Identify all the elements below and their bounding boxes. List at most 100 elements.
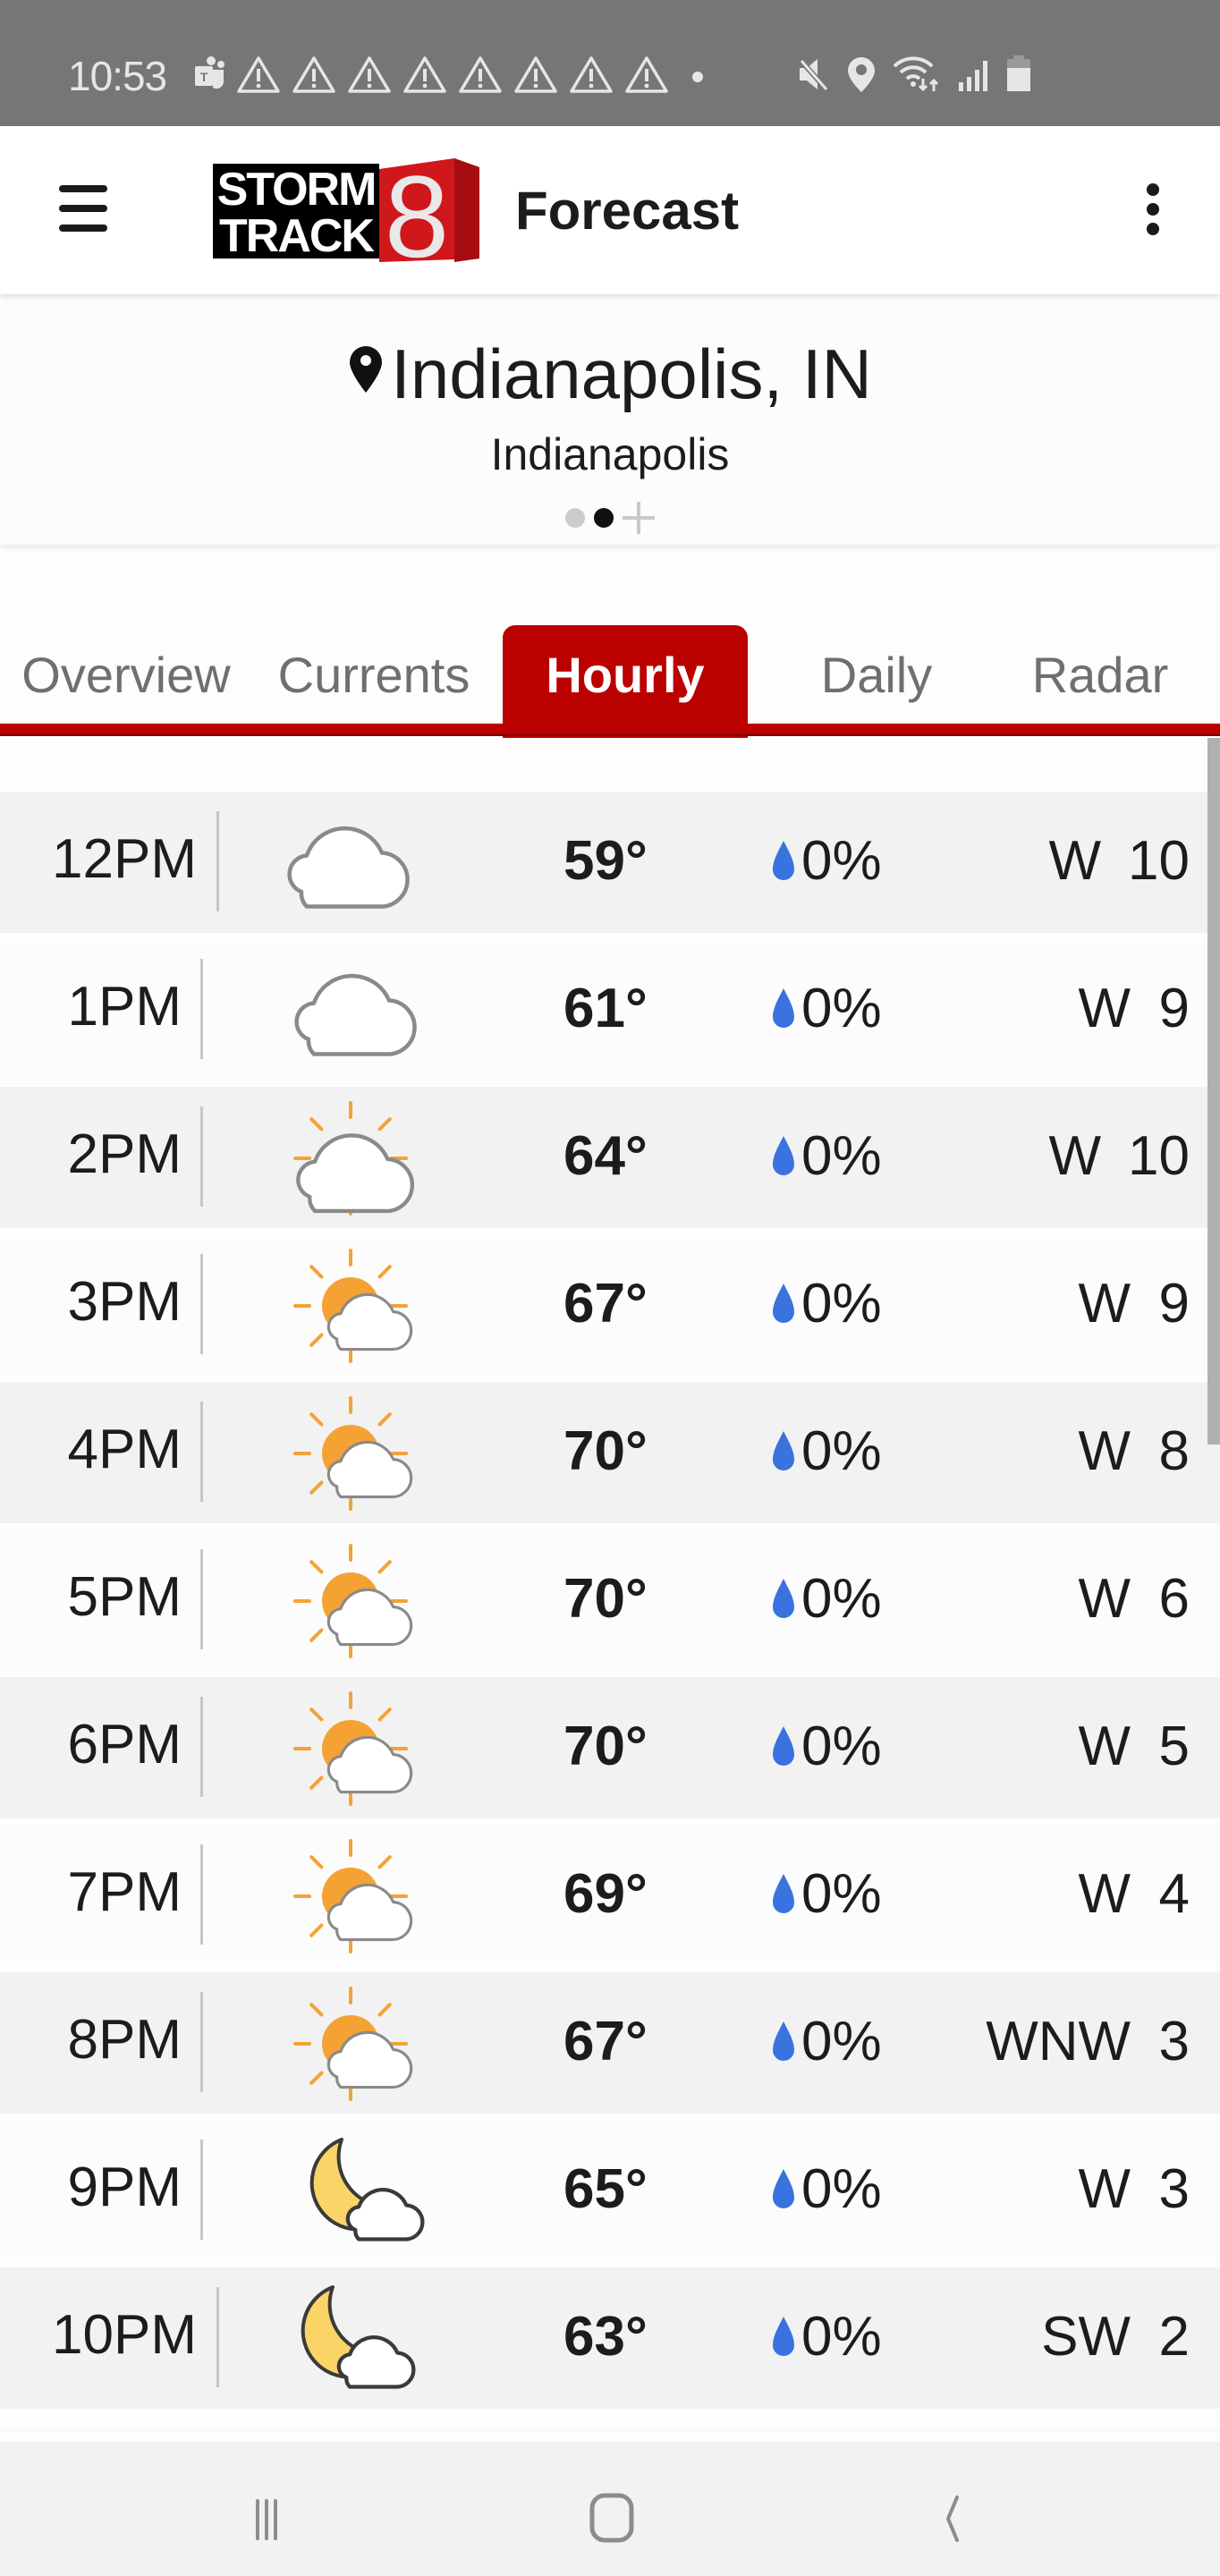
wind-direction: W: [1078, 2158, 1131, 2220]
wind-direction: W: [1078, 1716, 1131, 1777]
hour-label: 1PM: [67, 976, 182, 1038]
wind-direction: W: [1078, 1863, 1131, 1925]
condition-icon: [277, 801, 420, 926]
tab-currents[interactable]: Currents: [259, 625, 488, 724]
precip-value: 0%: [801, 1125, 882, 1187]
partly-cloudy-day-icon: [293, 1249, 413, 1363]
scrollbar[interactable]: [1207, 738, 1220, 1445]
hourly-row[interactable]: 2PM 64° 0% W 10: [0, 1087, 1220, 1228]
condition-icon: [277, 2276, 420, 2402]
hourly-row[interactable]: 9PM 65° 0% W 3: [0, 2120, 1220, 2261]
partly-cloudy-day-icon: [293, 1396, 413, 1511]
hour-label: 3PM: [67, 1271, 182, 1333]
wind-speed: 8: [1158, 1420, 1190, 1482]
hourly-row[interactable]: 5PM 70° 0% W 6: [0, 1530, 1220, 1671]
temperature: 59°: [563, 830, 648, 892]
tab-radar[interactable]: Radar: [1002, 625, 1199, 724]
add-location-icon[interactable]: [623, 502, 655, 534]
partly-cloudy-night-icon: [301, 2285, 416, 2389]
precip-drop-icon: [773, 1430, 794, 1470]
hourly-row[interactable]: 8PM 67° 0% WNW 3: [0, 1972, 1220, 2114]
warning-icon: [625, 56, 668, 93]
row-divider: [200, 1697, 203, 1797]
precip-drop-icon: [773, 1873, 794, 1913]
status-time: 10:53: [68, 53, 167, 99]
warning-icon: [403, 56, 446, 93]
pager-dot-1[interactable]: [565, 508, 585, 528]
precip-chance: 0%: [769, 1419, 882, 1483]
cloudy-icon: [294, 973, 417, 1056]
logo-line1: STORM: [217, 164, 376, 216]
tab-underline: [0, 724, 1220, 736]
hourly-row[interactable]: 3PM 67° 0% W 9: [0, 1234, 1220, 1376]
home-icon[interactable]: [578, 2492, 649, 2546]
row-divider: [200, 1992, 203, 2092]
row-divider: [200, 959, 203, 1059]
row-divider: [216, 2287, 219, 2387]
wind: SW 2: [1041, 2305, 1190, 2368]
wind-speed: 10: [1128, 830, 1190, 892]
condition-icon: [277, 1981, 420, 2106]
hourly-row[interactable]: 4PM 70° 0% W 8: [0, 1382, 1220, 1523]
tab-overview[interactable]: Overview: [0, 625, 252, 724]
temperature: 70°: [563, 1568, 648, 1630]
precip-drop-icon: [773, 2021, 794, 2061]
battery-icon: [1007, 55, 1030, 91]
precip-chance: 0%: [769, 1272, 882, 1335]
wind: W9: [1078, 977, 1190, 1040]
temperature: 61°: [563, 978, 648, 1039]
pager-dot-2[interactable]: [594, 508, 614, 528]
temperature: 70°: [563, 1716, 648, 1777]
hour-label: 5PM: [67, 1566, 182, 1628]
hour-label: 8PM: [67, 2009, 182, 2071]
condition-icon: [277, 1538, 420, 1664]
tab-daily[interactable]: Daily: [787, 625, 966, 724]
hour-label: 2PM: [67, 1123, 182, 1185]
precip-value: 0%: [801, 1863, 882, 1925]
more-vert-icon[interactable]: [1141, 180, 1168, 239]
warning-icon: [348, 56, 391, 93]
wind-speed: 3: [1158, 2011, 1190, 2072]
partly-cloudy-day-icon: [293, 1691, 413, 1806]
condition-icon: [277, 1391, 420, 1516]
row-divider: [200, 1549, 203, 1649]
hour-label: 7PM: [67, 1861, 182, 1923]
wind-direction: W: [1078, 978, 1131, 1039]
hourly-list[interactable]: 12PM 59° 0% W 10 1PM 61° 0% W 9 2PM 64° 0% W 10 3PM 67° 0…: [0, 738, 1220, 2428]
hamburger-menu-icon[interactable]: [55, 180, 111, 237]
row-divider: [200, 1106, 203, 1207]
precip-value: 0%: [801, 1273, 882, 1335]
wind: WNW 3: [986, 2010, 1190, 2073]
precip-chance: 0%: [769, 829, 882, 893]
wind-direction: W: [1078, 1568, 1131, 1630]
precip-drop-icon: [773, 1578, 794, 1618]
location-card[interactable]: Indianapolis, IN Indianapolis: [0, 294, 1220, 545]
system-icons: [796, 55, 1032, 93]
hour-label: 12PM: [52, 828, 197, 890]
location-pager: [0, 502, 1220, 534]
hourly-row[interactable]: 12PM 59° 0% W 10: [0, 792, 1220, 933]
condition-icon: [277, 1686, 420, 1811]
recent-apps-icon[interactable]: [238, 2492, 309, 2546]
hourly-row[interactable]: 10PM 63° 0% SW 2: [0, 2267, 1220, 2409]
tab-hourly[interactable]: Hourly: [503, 625, 748, 738]
back-icon[interactable]: [921, 2492, 993, 2546]
wind: W 10: [1049, 829, 1190, 893]
wind-speed: 9: [1158, 978, 1190, 1039]
hourly-row[interactable]: 7PM 69° 0% W 4: [0, 1825, 1220, 1966]
row-divider: [200, 2140, 203, 2240]
location-pin-icon: [348, 330, 384, 411]
mostly-cloudy-day-icon: [293, 1101, 415, 1216]
precip-drop-icon: [773, 2316, 794, 2356]
hourly-row[interactable]: 1PM 61° 0% W 9: [0, 939, 1220, 1080]
hourly-row[interactable]: 6PM 70° 0% W 5: [0, 1677, 1220, 1818]
wind-direction: W: [1048, 1125, 1102, 1187]
condition-icon: [277, 1096, 420, 1221]
condition-icon: [277, 948, 420, 1073]
temperature: 65°: [563, 2158, 648, 2220]
hour-label: 9PM: [67, 2157, 182, 2218]
warning-icon: [292, 56, 335, 93]
precip-value: 0%: [801, 2011, 882, 2072]
temperature: 64°: [563, 1125, 648, 1187]
wind-speed: 10: [1128, 1125, 1190, 1187]
